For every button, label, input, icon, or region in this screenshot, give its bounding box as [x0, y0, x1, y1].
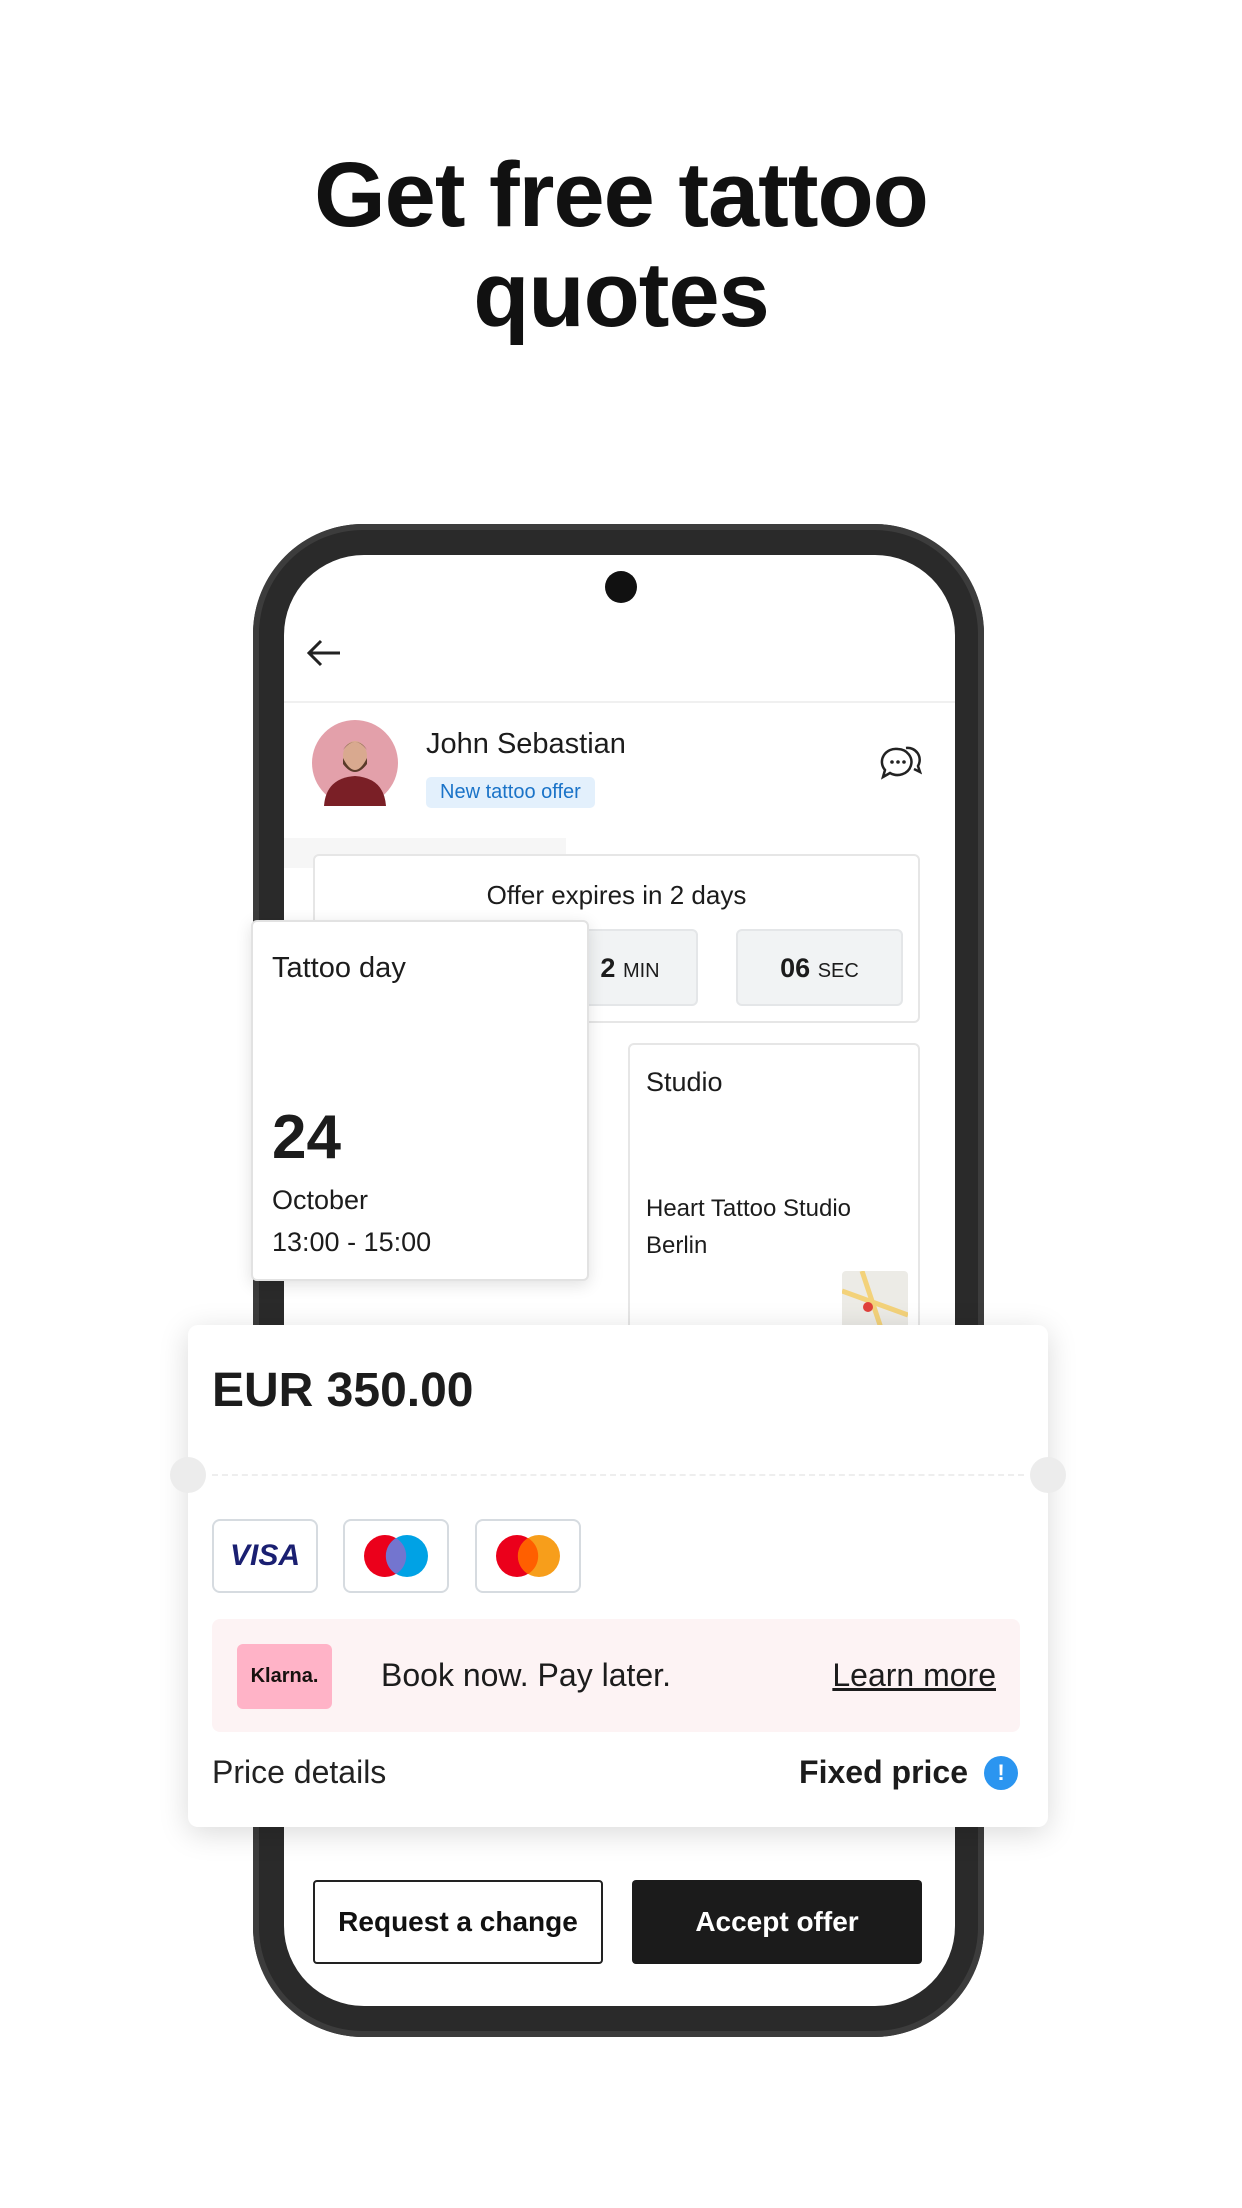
chat-bubbles-icon[interactable]	[880, 743, 922, 783]
map-thumbnail[interactable]	[842, 1271, 908, 1331]
seconds-value: 06	[780, 953, 811, 983]
timer-seconds: 06 SEC	[736, 929, 903, 1006]
price-details-label[interactable]: Price details	[212, 1754, 386, 1791]
request-change-button[interactable]: Request a change	[313, 1880, 603, 1964]
accept-offer-button[interactable]: Accept offer	[632, 1880, 922, 1964]
klarna-logo: Klarna.	[237, 1644, 332, 1709]
studio-card[interactable]: Studio Heart Tattoo Studio Berlin	[628, 1043, 920, 1343]
learn-more-link[interactable]: Learn more	[832, 1657, 996, 1694]
studio-label: Studio	[646, 1067, 723, 1097]
studio-name: Heart Tattoo Studio	[646, 1195, 852, 1222]
header-divider	[284, 701, 955, 703]
seconds-unit: SEC	[817, 960, 859, 982]
klarna-text: Book now. Pay later.	[381, 1657, 671, 1693]
mastercard-icon	[475, 1519, 581, 1593]
maestro-card-icon	[343, 1519, 449, 1593]
fixed-price-label: Fixed price	[799, 1754, 968, 1790]
headline-line-1: Get free tattoo	[314, 144, 929, 246]
minutes-value: 2	[600, 953, 616, 983]
klarna-banner: Klarna. Book now. Pay later. Learn more	[212, 1619, 1020, 1732]
ticket-divider	[212, 1474, 1024, 1476]
avatar[interactable]	[312, 720, 398, 806]
front-camera	[605, 571, 637, 603]
tattoo-day-date: 24	[272, 1103, 341, 1172]
ticket-notch-right	[1030, 1457, 1066, 1493]
headline: Get free tattoo quotes	[0, 145, 1242, 345]
offer-expires-text: Offer expires in 2 days	[486, 880, 747, 910]
studio-city: Berlin	[646, 1232, 708, 1259]
offer-status-badge: New tattoo offer	[426, 777, 595, 808]
tattoo-day-label: Tattoo day	[272, 952, 406, 984]
arrow-left-icon[interactable]	[306, 638, 342, 668]
tattoo-day-card: Tattoo day 24 October 13:00 - 15:00	[251, 920, 589, 1281]
headline-line-2: quotes	[473, 244, 770, 346]
artist-name: John Sebastian	[426, 728, 626, 760]
visa-card-icon: VISA	[212, 1519, 318, 1593]
minutes-unit: MIN	[622, 960, 660, 982]
tattoo-day-time: 13:00 - 15:00	[272, 1227, 432, 1257]
price-amount: EUR 350.00	[212, 1364, 474, 1417]
tattoo-day-month: October	[272, 1185, 369, 1215]
visa-logo-text: VISA	[229, 1539, 301, 1572]
info-icon[interactable]: !	[984, 1756, 1018, 1790]
ticket-notch-left	[170, 1457, 206, 1493]
